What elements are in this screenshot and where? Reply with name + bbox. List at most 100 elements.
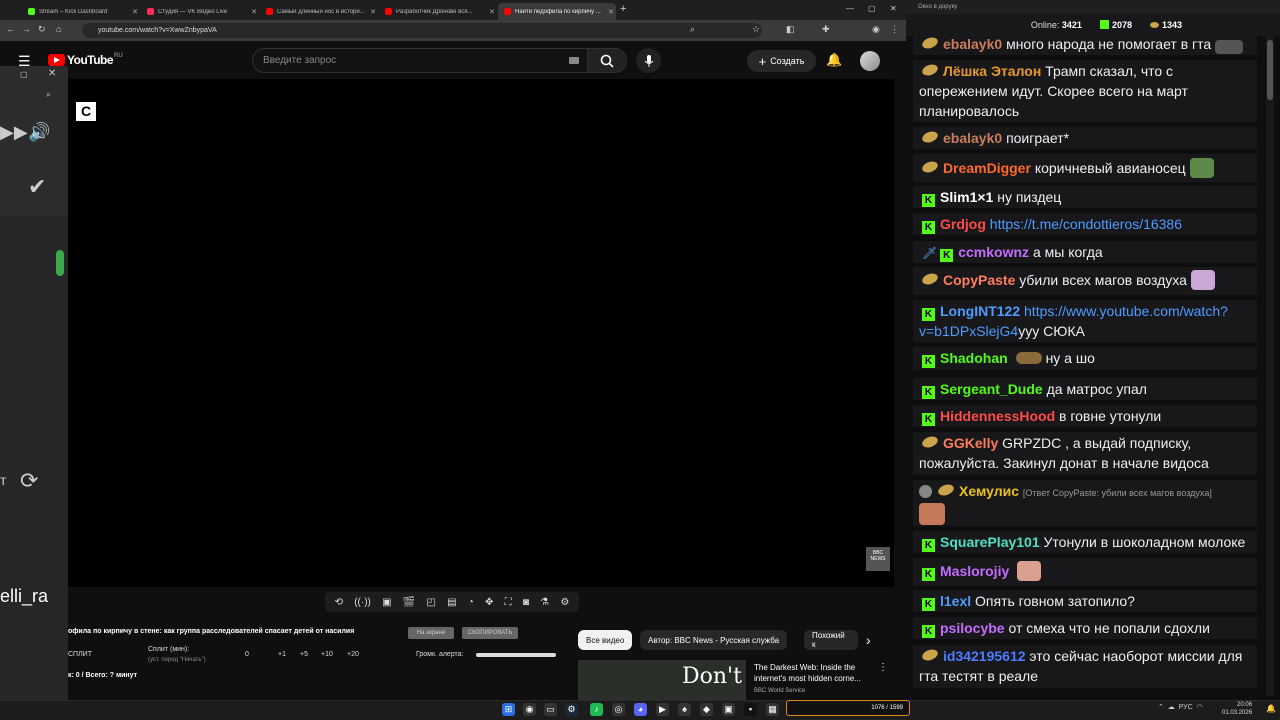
move-icon[interactable]: ✥	[485, 597, 493, 608]
zoom-icon[interactable]: ⌕	[690, 24, 695, 35]
app-icon[interactable]: ◆	[700, 703, 713, 716]
app-icon[interactable]: ▶	[656, 703, 669, 716]
maximize-panel-icon[interactable]: ▢	[20, 70, 28, 79]
skip-forward-icon[interactable]: ▶▶	[0, 122, 28, 143]
tab-kick-dashboard[interactable]: Stream – Kick Dashboard ✕	[22, 3, 140, 20]
loop-icon[interactable]: ⟲	[335, 597, 343, 608]
copy-button[interactable]: СКОПИРОВАТЬ	[462, 627, 518, 639]
split-plus-5-button[interactable]: +5	[300, 651, 308, 658]
screen-share-icon[interactable]: ▣	[382, 597, 391, 608]
chip-all-videos[interactable]: Все видео	[578, 630, 633, 650]
tab-youtube-active[interactable]: Найти педофила по кирпичу ... ✕	[498, 3, 616, 20]
slider-handle[interactable]	[56, 250, 64, 276]
discord-icon[interactable]: ◕	[634, 703, 647, 716]
search-input[interactable]: Введите запрос	[252, 48, 588, 73]
broadcast-icon[interactable]: ((·))	[354, 597, 371, 608]
chat-message: Лёшка Эталон Трамп сказал, что с опереже…	[913, 60, 1257, 122]
extensions-puzzle-icon[interactable]: ✚	[822, 24, 830, 35]
app-icon[interactable]: ▪	[744, 703, 757, 716]
cloud-icon[interactable]: ☁	[1168, 704, 1175, 711]
chrome-icon[interactable]: ◉	[523, 703, 536, 716]
stream-progress-widget[interactable]: 1076 / 1599	[786, 700, 910, 716]
close-tab-icon[interactable]: ✕	[130, 8, 140, 16]
extension-icon[interactable]: ◧	[786, 24, 795, 35]
profile-icon[interactable]: ◉	[872, 24, 880, 35]
tray-chevron-icon[interactable]: ⌃	[1158, 704, 1164, 711]
new-tab-button[interactable]: +	[620, 3, 626, 15]
app-icon[interactable]: ▣	[722, 703, 735, 716]
flask-icon[interactable]: ⚗	[540, 597, 549, 608]
spotify-icon[interactable]: ♪	[590, 703, 603, 716]
minimize-icon[interactable]: —	[846, 4, 854, 13]
kick-source-icon: K	[922, 355, 935, 368]
maximize-icon[interactable]: ▢	[868, 4, 876, 13]
chat-message: K Slim1×1 ну пиздец	[913, 186, 1257, 208]
chat-scrollbar[interactable]	[1266, 36, 1274, 696]
search-button[interactable]	[587, 48, 627, 73]
pip-icon[interactable]: ◰	[426, 597, 435, 608]
clock[interactable]: 20:06 01.03.2026	[1222, 701, 1252, 717]
chat-message: 🗡 Kccmkownz а мы когда	[913, 241, 1257, 263]
split-plus-10-button[interactable]: +10	[321, 651, 333, 658]
split-plus-1-button[interactable]: +1	[278, 651, 286, 658]
refresh-icon[interactable]: ⟳	[20, 468, 38, 494]
close-window-icon[interactable]: ✕	[890, 4, 897, 13]
back-icon[interactable]: ←	[6, 24, 15, 34]
youtube-logo[interactable]: YouTube RU	[48, 53, 123, 67]
wifi-icon[interactable]: ◠	[1197, 704, 1203, 711]
home-icon[interactable]: ⌂	[56, 24, 61, 34]
obs-icon[interactable]: ◎	[612, 703, 625, 716]
alert-volume-slider[interactable]	[476, 653, 556, 657]
subtitles-icon[interactable]: ▤	[447, 597, 456, 608]
app-icon[interactable]: ▦	[766, 703, 779, 716]
chat-link[interactable]: https://t.me/condottieros/16386	[990, 216, 1182, 232]
gear-icon[interactable]: ⚙	[560, 597, 569, 608]
tab-vk-studio[interactable]: Студия — VK Видео Live ✕	[141, 3, 259, 20]
recommended-channel[interactable]: BBC World Service	[754, 688, 805, 694]
create-button[interactable]: + Создать	[747, 50, 816, 72]
speed-icon[interactable]: ◔	[468, 597, 474, 608]
keyboard-icon[interactable]	[569, 57, 579, 64]
forward-icon[interactable]: →	[22, 24, 31, 34]
split-plus-20-button[interactable]: +20	[347, 651, 359, 658]
checkmark-icon[interactable]: ✔	[28, 174, 46, 200]
menu-dots-icon[interactable]: ⋮	[890, 24, 899, 35]
crop-icon[interactable]: ⛶	[505, 597, 512, 608]
avatar[interactable]	[860, 51, 880, 71]
app-icon[interactable]: ♠	[678, 703, 691, 716]
more-options-icon[interactable]: ⋮	[878, 662, 888, 673]
tab-youtube-nose[interactable]: Самый длинный нос в истори... ✕	[260, 3, 378, 20]
close-tab-icon[interactable]: ✕	[368, 8, 378, 16]
chevron-right-icon[interactable]: ›	[866, 632, 871, 648]
on-screen-button[interactable]: На экране	[408, 627, 454, 639]
steam-icon[interactable]: ⚙	[565, 703, 578, 716]
reload-icon[interactable]: ↻	[38, 24, 46, 35]
vk-source-icon	[920, 129, 940, 145]
notifications-bell-icon[interactable]: 🔔	[826, 52, 842, 68]
browser-tab-bar: Stream – Kick Dashboard ✕ Студия — VK Вид…	[0, 0, 906, 20]
volume-icon[interactable]: 🔊	[28, 122, 50, 143]
zoom-icon[interactable]: ⌕	[46, 89, 51, 100]
chip-author[interactable]: Автор: BBC News - Русская служба	[640, 630, 788, 650]
video-player[interactable]	[68, 79, 894, 587]
recommended-thumbnail[interactable]: Don't	[578, 660, 746, 700]
notifications-icon[interactable]: 🔔	[1266, 704, 1276, 713]
clapper-icon[interactable]: 🎬	[403, 597, 415, 608]
close-tab-icon[interactable]: ✕	[487, 8, 497, 16]
close-tab-icon[interactable]: ✕	[606, 8, 616, 16]
split-value-0[interactable]: 0	[245, 651, 249, 658]
start-icon[interactable]: ⊞	[502, 703, 515, 716]
close-panel-icon[interactable]: ✕	[48, 68, 56, 79]
pepe-emote-icon	[1189, 158, 1214, 178]
url-field[interactable]: youtube.com/watch?v=XwwZnbypaVA	[82, 23, 762, 38]
bookmark-star-icon[interactable]: ☆	[752, 24, 760, 35]
tab-youtube-dronov[interactable]: Разработчик Дронове вся... ✕	[379, 3, 497, 20]
language-indicator[interactable]: РУС	[1179, 704, 1193, 711]
folder-icon[interactable]: ▭	[544, 703, 557, 716]
voice-search-button[interactable]	[636, 48, 661, 73]
recommended-title[interactable]: The Darkest Web: Inside the internet's m…	[754, 662, 874, 684]
close-tab-icon[interactable]: ✕	[249, 8, 259, 16]
chat-scrollbar-thumb[interactable]	[1267, 40, 1273, 100]
camera-icon[interactable]: ◙	[523, 597, 529, 608]
chip-related[interactable]: Похожий к	[804, 630, 858, 650]
